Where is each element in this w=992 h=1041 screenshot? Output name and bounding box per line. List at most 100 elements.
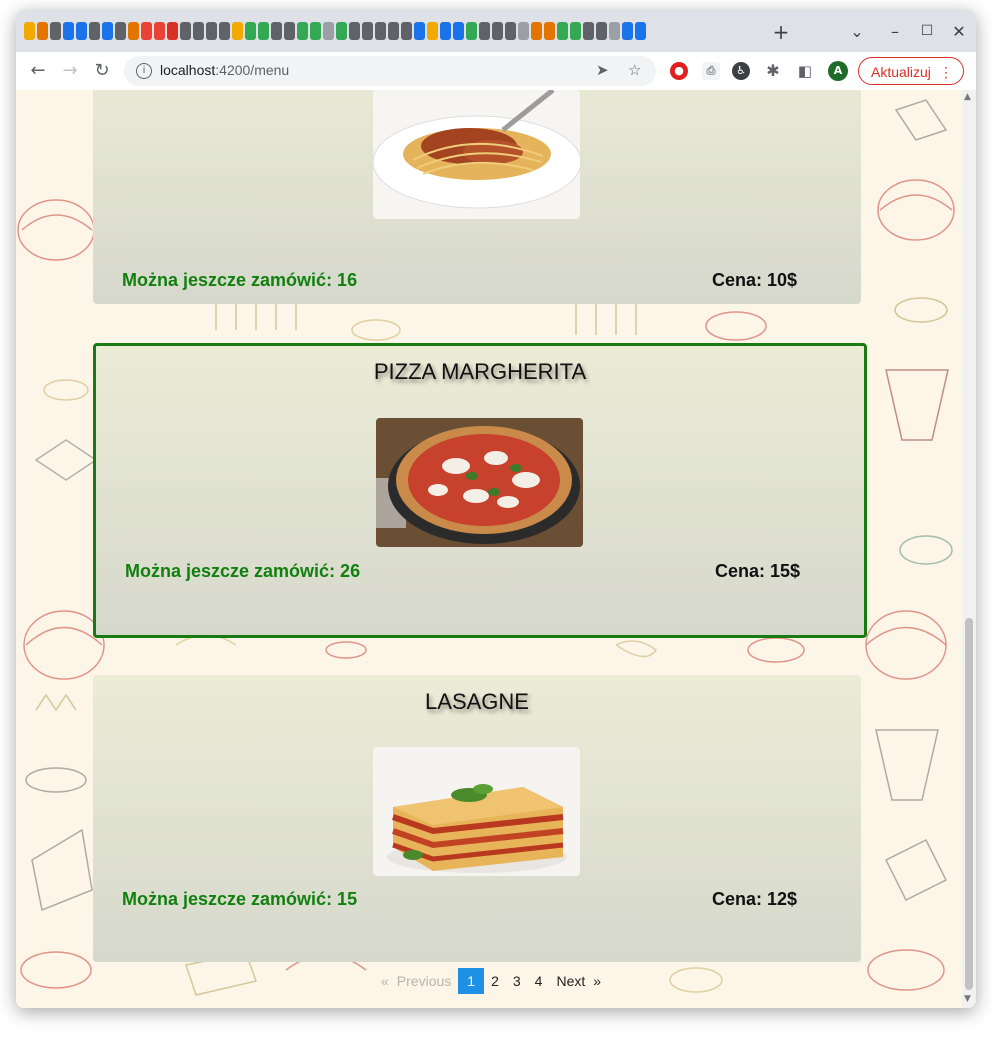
page-button-2[interactable]: 2 <box>484 968 506 994</box>
update-button-label: Aktualizuj <box>871 64 931 80</box>
dish-photo-pizza <box>376 418 583 547</box>
pinned-tab-favicon-icon[interactable] <box>89 22 100 40</box>
new-tab-button[interactable]: + <box>770 20 792 44</box>
url-host: localhost <box>160 62 216 78</box>
pinned-tab-favicon-icon[interactable] <box>375 22 386 40</box>
scrollbar-thumb[interactable] <box>965 618 973 990</box>
dish-photo-spaghetti <box>373 90 580 219</box>
pinned-tab-favicon-icon[interactable] <box>596 22 607 40</box>
bookmark-star-icon[interactable]: ☆ <box>628 61 641 79</box>
pinned-tab-favicon-icon[interactable] <box>76 22 87 40</box>
pinned-tab-favicon-icon[interactable] <box>180 22 191 40</box>
tab-search-icon[interactable]: ⌄ <box>846 22 868 41</box>
next-page-button[interactable]: Next <box>549 968 589 994</box>
update-button[interactable]: Aktualizuj ⋮ <box>858 57 964 85</box>
adblock-extension-icon[interactable]: ● <box>670 62 688 80</box>
pinned-tab-favicon-icon[interactable] <box>115 22 126 40</box>
accessibility-extension-icon[interactable]: ♿ <box>732 62 750 80</box>
next-arrow-icon[interactable]: » <box>589 968 608 994</box>
pinned-tab-favicon-icon[interactable] <box>63 22 74 40</box>
pinned-tab-favicon-icon[interactable] <box>258 22 269 40</box>
more-menu-icon[interactable]: ⋮ <box>927 58 953 86</box>
stock-label: Można jeszcze zamówić: 15 <box>122 889 358 909</box>
side-panel-icon[interactable]: ◧ <box>796 62 814 80</box>
address-bar[interactable]: i localhost:4200/menu ➤ ☆ <box>124 56 656 86</box>
pinned-tab-favicon-icon[interactable] <box>427 22 438 40</box>
pinned-tab-favicon-icon[interactable] <box>531 22 542 40</box>
scroll-down-arrow-icon[interactable]: ▼ <box>964 994 971 1004</box>
pinned-tab-favicon-icon[interactable] <box>206 22 217 40</box>
extensions-puzzle-icon[interactable]: ✱ <box>764 62 782 80</box>
url-text[interactable]: localhost:4200/menu <box>160 62 289 78</box>
page-viewport: Można jeszcze zamówić: 16 Cena: 10$ PIZZ… <box>16 90 962 1008</box>
menu-item-card-spaghetti[interactable]: Można jeszcze zamówić: 16 Cena: 10$ <box>93 90 861 304</box>
pinned-tab-favicon-icon[interactable] <box>232 22 243 40</box>
browser-window: + ⌄ – ☐ ✕ ← → ↻ i localhost:4200/menu ➤ … <box>16 10 976 1008</box>
vertical-scrollbar[interactable]: ▲ ▼ <box>962 90 976 1008</box>
minimize-icon[interactable]: – <box>884 22 906 41</box>
pinned-tab-favicon-icon[interactable] <box>635 22 646 40</box>
pinned-tab-favicon-icon[interactable] <box>50 22 61 40</box>
pinned-tab-favicon-icon[interactable] <box>479 22 490 40</box>
pagination: « Previous 1 2 3 4 Next » <box>374 968 608 994</box>
profile-avatar[interactable]: A <box>828 61 848 81</box>
pinned-tab-favicon-icon[interactable] <box>349 22 360 40</box>
pinned-tab-favicon-icon[interactable] <box>193 22 204 40</box>
stock-label: Można jeszcze zamówić: 16 <box>122 270 358 290</box>
pinned-tab-favicon-icon[interactable] <box>154 22 165 40</box>
pinned-tab-favicon-icon[interactable] <box>167 22 178 40</box>
toolbar: ← → ↻ i localhost:4200/menu ➤ ☆ ● ⎙ ♿ ✱ … <box>16 52 976 91</box>
page-button-1[interactable]: 1 <box>458 968 485 994</box>
scroll-up-arrow-icon[interactable]: ▲ <box>964 92 971 102</box>
pinned-tab-favicon-icon[interactable] <box>557 22 568 40</box>
pinned-tab-favicon-icon[interactable] <box>24 22 35 40</box>
page-button-4[interactable]: 4 <box>528 968 550 994</box>
pinned-tab-favicon-icon[interactable] <box>570 22 581 40</box>
pinned-tab-favicon-icon[interactable] <box>544 22 555 40</box>
previous-page-button[interactable]: Previous <box>393 968 458 994</box>
pinned-tab-favicon-icon[interactable] <box>141 22 152 40</box>
pinned-tab-favicon-icon[interactable] <box>414 22 425 40</box>
pinned-tab-favicon-icon[interactable] <box>583 22 594 40</box>
back-icon[interactable]: ← <box>26 60 50 81</box>
dish-photo-lasagne <box>373 747 580 876</box>
pinned-tabs <box>24 22 646 40</box>
pinned-tab-favicon-icon[interactable] <box>622 22 633 40</box>
price-label: Cena: 10$ <box>712 270 798 290</box>
close-icon[interactable]: ✕ <box>948 22 970 41</box>
pinned-tab-favicon-icon[interactable] <box>323 22 334 40</box>
tab-strip: + ⌄ – ☐ ✕ <box>16 10 976 52</box>
pinned-tab-favicon-icon[interactable] <box>492 22 503 40</box>
pinned-tab-favicon-icon[interactable] <box>37 22 48 40</box>
pinned-tab-favicon-icon[interactable] <box>297 22 308 40</box>
page-button-3[interactable]: 3 <box>506 968 528 994</box>
site-info-icon[interactable]: i <box>136 63 152 79</box>
pinned-tab-favicon-icon[interactable] <box>284 22 295 40</box>
pinned-tab-favicon-icon[interactable] <box>336 22 347 40</box>
pinned-tab-favicon-icon[interactable] <box>128 22 139 40</box>
pinned-tab-favicon-icon[interactable] <box>245 22 256 40</box>
pinned-tab-favicon-icon[interactable] <box>271 22 282 40</box>
pinned-tab-favicon-icon[interactable] <box>401 22 412 40</box>
pinned-tab-favicon-icon[interactable] <box>362 22 373 40</box>
menu-item-card-pizza-margherita[interactable]: PIZZA MARGHERITA Można jeszcze zamówić: … <box>93 343 867 638</box>
pinned-tab-favicon-icon[interactable] <box>518 22 529 40</box>
pinned-tab-favicon-icon[interactable] <box>466 22 477 40</box>
pinned-tab-favicon-icon[interactable] <box>102 22 113 40</box>
pinned-tab-favicon-icon[interactable] <box>440 22 451 40</box>
price-label: Cena: 15$ <box>715 561 801 581</box>
pinned-tab-favicon-icon[interactable] <box>388 22 399 40</box>
menu-item-card-lasagne[interactable]: LASAGNE Można jeszcze zamówić: 15 Cena: … <box>93 675 861 962</box>
dish-title: PIZZA MARGHERITA <box>373 359 587 384</box>
send-tab-icon[interactable]: ➤ <box>596 61 609 79</box>
pinned-tab-favicon-icon[interactable] <box>609 22 620 40</box>
pinned-tab-favicon-icon[interactable] <box>453 22 464 40</box>
pinned-tab-favicon-icon[interactable] <box>505 22 516 40</box>
maximize-icon[interactable]: ☐ <box>916 23 938 39</box>
forward-icon[interactable]: → <box>58 60 82 81</box>
reload-icon[interactable]: ↻ <box>90 60 114 81</box>
price-label: Cena: 12$ <box>712 889 798 909</box>
pinned-tab-favicon-icon[interactable] <box>219 22 230 40</box>
pdf-extension-icon[interactable]: ⎙ <box>702 62 720 80</box>
pinned-tab-favicon-icon[interactable] <box>310 22 321 40</box>
